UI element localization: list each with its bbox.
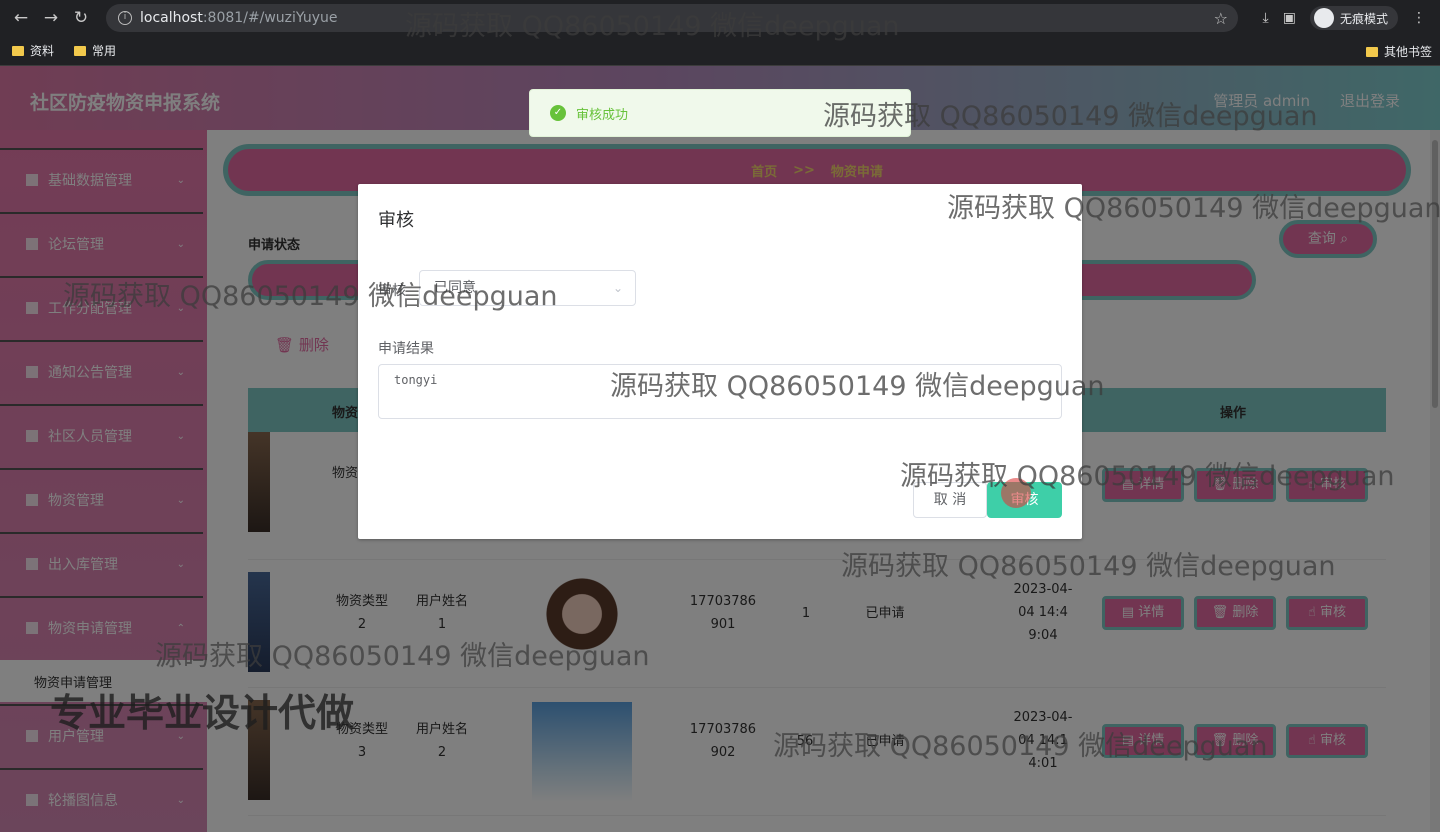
cancel-button[interactable]: 取 消 — [913, 482, 987, 518]
folder-icon — [1365, 46, 1378, 57]
site-info-icon[interactable]: i — [118, 11, 132, 25]
success-toast: ✓ 审核成功 — [529, 89, 911, 137]
dialog-title: 审核 — [378, 210, 414, 231]
url-text: localhost:8081/#/wuziYuyue — [140, 10, 338, 26]
other-bookmarks[interactable]: 其他书签 — [1365, 43, 1432, 60]
review-label: 审核 — [378, 283, 406, 299]
bookmark-folder[interactable]: 常用 — [74, 42, 116, 59]
reload-icon[interactable]: ↻ — [66, 8, 96, 28]
bookmarks-bar: 资料 常用 其他书签 — [0, 36, 1440, 66]
menu-icon[interactable]: ⋮ — [1412, 10, 1426, 26]
check-circle-icon: ✓ — [550, 105, 566, 121]
review-dialog: 审核 审核 已同意⌄ 申请结果 tongyi 取 消 审核 — [358, 184, 1082, 539]
result-label: 申请结果 — [378, 341, 434, 357]
watermark-large: 专业毕业设计代做 — [50, 691, 355, 735]
bookmark-star-icon[interactable]: ☆ — [1214, 9, 1228, 28]
incognito-icon — [1313, 8, 1334, 28]
folder-icon — [74, 45, 87, 56]
folder-icon — [12, 45, 24, 56]
review-select[interactable]: 已同意 ⌄ — [419, 270, 636, 306]
download-icon[interactable]: ⤓ — [1263, 10, 1269, 26]
bookmark-folder[interactable]: 资料 — [12, 42, 54, 59]
back-icon[interactable]: ← — [6, 8, 36, 28]
browser-toolbar: ← → ↻ i localhost:8081/#/wuziYuyue ☆ ⤓ ▣… — [0, 0, 1440, 36]
chevron-down-icon: ⌄ — [612, 281, 623, 295]
forward-icon[interactable]: → — [36, 8, 66, 28]
click-indicator — [1001, 478, 1031, 508]
sidepanel-icon[interactable]: ▣ — [1283, 10, 1296, 26]
address-bar[interactable]: i localhost:8081/#/wuziYuyue ☆ — [106, 4, 1238, 32]
result-textarea[interactable]: tongyi — [378, 364, 1062, 419]
incognito-badge[interactable]: 无痕模式 — [1309, 6, 1398, 30]
